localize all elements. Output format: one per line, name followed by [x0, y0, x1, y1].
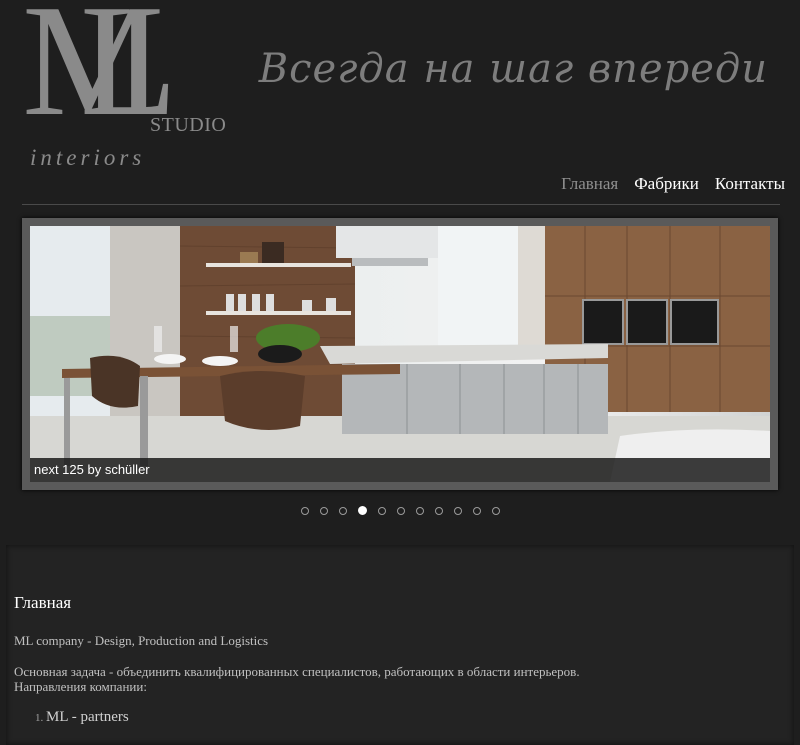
slider-dot[interactable] [472, 507, 481, 515]
slider-pagination [0, 506, 800, 515]
company-description: Основная задача - объединить квалифициро… [14, 664, 580, 694]
slider-dot[interactable] [396, 507, 405, 515]
slider-dot[interactable] [453, 507, 462, 515]
description-line-2: Направления компании: [14, 679, 147, 694]
site-slogan: Всегда на шаг впереди [258, 46, 768, 92]
logo-studio-text: STUDIO [150, 114, 227, 136]
slider-dot[interactable] [377, 507, 386, 515]
main-content: Главная ML company - Design, Production … [6, 545, 794, 745]
slider-dot[interactable] [338, 507, 347, 515]
header-divider [22, 204, 780, 205]
list-item: ML - partners [46, 709, 129, 726]
page-title: Главная [14, 593, 72, 612]
nav-link-factories[interactable]: Фабрики [634, 174, 699, 194]
slider-dot[interactable] [434, 507, 443, 515]
kitchen-photo [30, 226, 770, 482]
directions-list: ML - partners [14, 709, 129, 726]
slider-dot[interactable] [415, 507, 424, 515]
company-tagline: ML company - Design, Production and Logi… [14, 633, 269, 648]
slider-dot[interactable] [319, 507, 328, 515]
slider-dot[interactable] [300, 507, 309, 515]
slide-caption: next 125 by schüller [30, 458, 770, 482]
main-navigation: Главная Фабрики Контакты [561, 174, 785, 194]
nav-link-contacts[interactable]: Контакты [715, 174, 785, 194]
description-line-1: Основная задача - объединить квалифициро… [14, 664, 580, 679]
slider-dot-active[interactable] [357, 506, 367, 515]
slider-dot[interactable] [491, 507, 500, 515]
logo-interiors-text: interiors [30, 145, 146, 170]
nav-link-home[interactable]: Главная [561, 174, 618, 194]
ml-studio-logo[interactable]: M L STUDIO interiors [22, 0, 226, 172]
image-slider[interactable]: next 125 by schüller [22, 218, 778, 490]
slide-kitchen-image[interactable]: next 125 by schüller [30, 226, 770, 482]
